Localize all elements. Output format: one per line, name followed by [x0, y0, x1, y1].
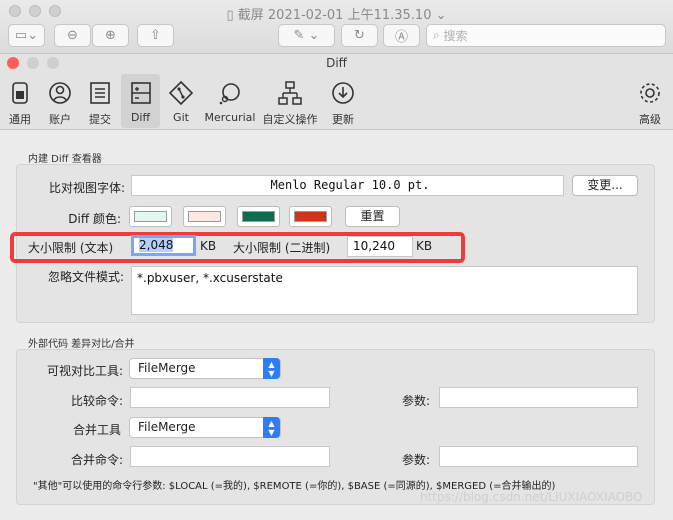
external-group-title: 外部代码 差异对比/合并: [28, 339, 135, 350]
merge-command-label: 合并命令:: [70, 453, 123, 467]
tab-accounts[interactable]: 账户: [42, 74, 78, 128]
diff-icon: [130, 82, 151, 104]
sidebar-icon: ▭⌄: [14, 28, 39, 43]
merge-args-label: 参数:: [401, 453, 430, 467]
size-limit-binary-unit: KB: [416, 239, 433, 253]
size-limit-text-unit: KB: [200, 239, 217, 253]
font-label: 比对视图字体:: [48, 181, 125, 195]
accounts-icon: [49, 82, 71, 104]
annotate-button[interactable]: Ⓐ: [383, 24, 420, 47]
color-swatch-added-background[interactable]: [129, 206, 172, 227]
search-input[interactable]: ⌕ 搜索: [426, 24, 666, 47]
tab-mercurial[interactable]: Mercurial: [202, 74, 258, 128]
window-title: Diff: [0, 54, 673, 72]
zoom-in-icon: ⊕: [105, 28, 116, 43]
window-minimize-button[interactable]: [27, 57, 39, 69]
preview-titlebar: ▯ 截屏 2021-02-01 上午11.35.10 ⌄ ▭⌄ ⊖ ⊕ ⇧ ✎ …: [0, 0, 673, 54]
color-well: [188, 211, 221, 222]
rotate-icon: ↻: [354, 28, 365, 43]
compare-command-label: 比较命令:: [70, 394, 123, 408]
tab-general[interactable]: 通用: [2, 74, 38, 128]
sidebar-toggle-button[interactable]: ▭⌄: [8, 24, 45, 47]
diff-colors-label: Diff 颜色:: [68, 212, 121, 226]
preferences-toolbar: 通用 账户 提交 Diff Git Mercurial 自定义操作 更新 高级: [0, 72, 673, 130]
custom-actions-icon: [278, 81, 302, 105]
ignore-patterns-field[interactable]: *.pbxuser, *.xcuserstate: [131, 266, 638, 315]
merge-args-field[interactable]: [439, 446, 638, 467]
merge-tool-select[interactable]: FileMerge ▲ ▼: [129, 417, 281, 438]
color-swatch-removed-background[interactable]: [183, 206, 226, 227]
commit-icon: [90, 82, 110, 104]
size-limit-binary-field[interactable]: 10,240: [347, 236, 413, 257]
zoom-out-icon: ⊖: [67, 28, 78, 43]
search-icon: ⌕: [433, 28, 444, 42]
color-well: [134, 211, 167, 222]
preview-title: ▯ 截屏 2021-02-01 上午11.35.10 ⌄: [226, 8, 447, 23]
builtin-group-title: 内建 Diff 查看器: [28, 154, 102, 165]
annotate-icon: Ⓐ: [394, 30, 408, 45]
color-swatch-added-text[interactable]: [237, 206, 280, 227]
size-limit-text-label: 大小限制 (文本): [28, 241, 114, 255]
color-well: [242, 211, 275, 222]
document-icon: ▯: [226, 8, 238, 23]
compare-args-field[interactable]: [439, 387, 638, 408]
compare-args-label: 参数:: [401, 394, 430, 408]
compare-command-field[interactable]: [130, 387, 330, 408]
window-zoom-button[interactable]: [47, 57, 59, 69]
change-font-button[interactable]: 变更...: [572, 175, 638, 196]
zoom-out-button[interactable]: ⊖: [54, 24, 91, 47]
tab-diff[interactable]: Diff: [121, 74, 160, 128]
reset-colors-button[interactable]: 重置: [345, 206, 400, 227]
mercurial-icon: [219, 83, 240, 105]
share-icon: ⇧: [150, 28, 161, 43]
tab-custom-actions[interactable]: 自定义操作: [261, 74, 319, 128]
zoom-in-button[interactable]: ⊕: [92, 24, 129, 47]
tab-git[interactable]: Git: [163, 74, 199, 128]
merge-command-field[interactable]: [130, 446, 330, 467]
tab-commit[interactable]: 提交: [82, 74, 118, 128]
ignore-patterns-label: 忽略文件模式:: [47, 270, 124, 284]
visual-diff-tool-select[interactable]: FileMerge ▲ ▼: [129, 358, 281, 379]
visual-diff-tool-label: 可视对比工具:: [46, 364, 123, 378]
watermark-text: https://blog.csdn.net/LIUXIAOXIAOBO: [420, 490, 643, 504]
chevron-down-icon[interactable]: ⌄: [431, 8, 447, 23]
share-button[interactable]: ⇧: [137, 24, 174, 47]
color-swatch-removed-text[interactable]: [289, 206, 332, 227]
gear-icon: [640, 83, 660, 103]
font-field: Menlo Regular 10.0 pt.: [131, 175, 564, 196]
pen-icon: ✎ ⌄: [293, 28, 320, 43]
tab-update[interactable]: 更新: [324, 74, 362, 128]
markup-button[interactable]: ✎ ⌄: [278, 24, 335, 47]
chevron-updown-icon: ▲ ▼: [263, 358, 280, 379]
size-limit-binary-label: 大小限制 (二进制): [233, 241, 331, 255]
tab-advanced[interactable]: 高级: [632, 74, 668, 128]
rotate-button[interactable]: ↻: [341, 24, 378, 47]
color-well: [294, 211, 327, 222]
size-limit-text-field[interactable]: 2,048: [131, 235, 196, 256]
preview-window: ▯ 截屏 2021-02-01 上午11.35.10 ⌄ ▭⌄ ⊖ ⊕ ⇧ ✎ …: [0, 0, 673, 520]
window-close-button[interactable]: [7, 57, 19, 69]
chevron-updown-icon: ▲ ▼: [263, 417, 280, 438]
git-icon: [168, 80, 194, 106]
general-icon: [12, 82, 28, 104]
merge-tool-label: 合并工具: [72, 423, 121, 437]
update-icon: [332, 82, 354, 104]
